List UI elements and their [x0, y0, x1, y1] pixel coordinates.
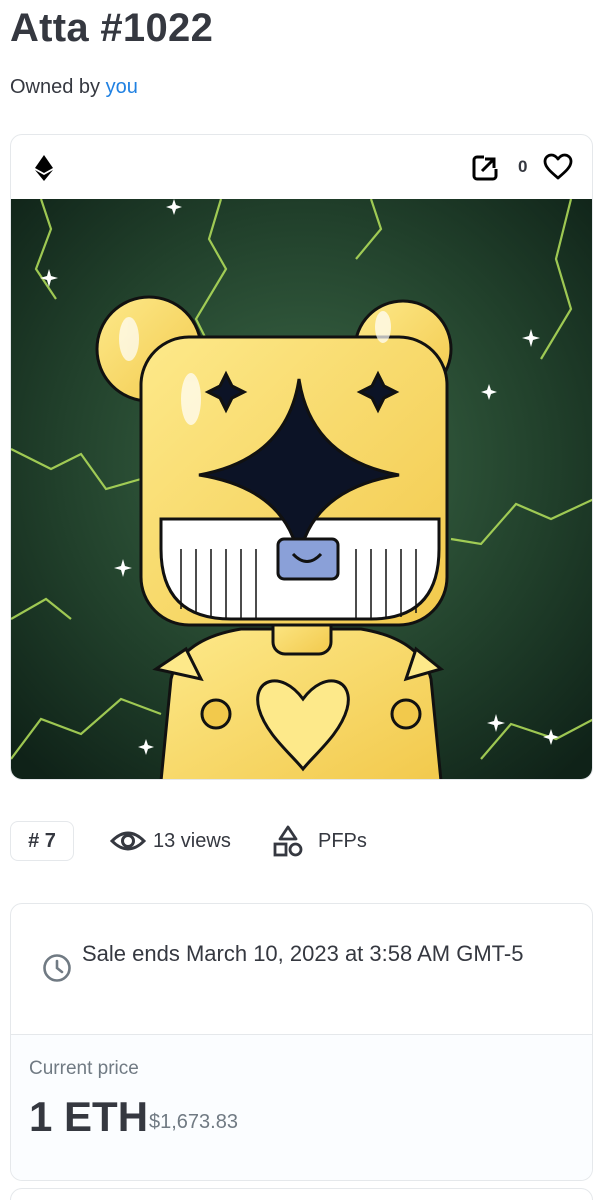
category-link[interactable]: PFPs [318, 830, 367, 853]
owned-prefix: Owned by [10, 76, 106, 98]
nft-artwork[interactable] [11, 199, 593, 780]
next-panel [10, 1188, 593, 1200]
price-section: Current price 1 ETH $1,673.83 [11, 1035, 592, 1180]
rank-badge: # 7 [10, 821, 74, 861]
external-link-icon[interactable] [472, 155, 498, 181]
sale-card: Sale ends March 10, 2023 at 3:58 AM GMT-… [10, 903, 593, 1181]
favorites-count: 0 [518, 157, 528, 176]
asset-card: 0 [10, 134, 593, 780]
owner-link[interactable]: you [106, 76, 138, 98]
sale-end-text: Sale ends March 10, 2023 at 3:58 AM GMT-… [82, 941, 524, 966]
owner-line: Owned by you [10, 76, 138, 99]
clock-icon [43, 954, 71, 982]
asset-card-header: 0 [11, 135, 592, 199]
heart-icon[interactable] [543, 153, 573, 181]
asset-stats-row: # 7 13 views PFPs [10, 821, 593, 861]
sale-end-section: Sale ends March 10, 2023 at 3:58 AM GMT-… [11, 904, 592, 1035]
eye-icon [110, 831, 146, 851]
current-price-label: Current price [29, 1058, 139, 1079]
price-value: 1 ETH [29, 1093, 149, 1140]
price-fiat: $1,673.83 [149, 1111, 238, 1133]
shapes-icon[interactable] [273, 825, 303, 857]
page-title: Atta #1022 [10, 6, 214, 50]
views-count: 13 views [153, 830, 231, 852]
ethereum-icon[interactable] [35, 155, 53, 181]
